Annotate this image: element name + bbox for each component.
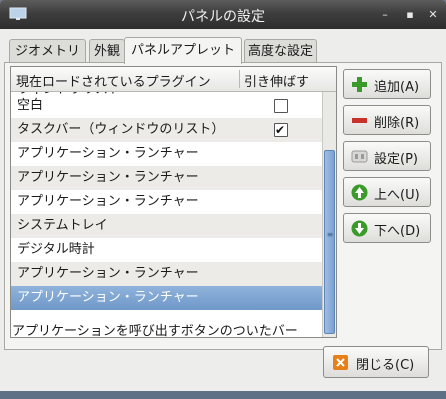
- column-header-stretch[interactable]: 引き伸ばす: [244, 71, 309, 90]
- close-button[interactable]: 閉じる(C): [323, 346, 429, 378]
- stretch-checkbox[interactable]: [274, 99, 288, 113]
- preferences-button[interactable]: 設定(P): [343, 141, 431, 171]
- tab-panel-applets[interactable]: パネルアプレット: [124, 37, 242, 64]
- list-item[interactable]: アプリケーション・ランチャー: [11, 142, 322, 166]
- list-item-label: アプリケーション・ランチャー: [17, 290, 199, 305]
- add-icon: [352, 77, 367, 92]
- scrollbar-thumb[interactable]: ≡: [324, 150, 335, 334]
- list-item[interactable]: アプリケーション・ランチャー: [11, 262, 322, 286]
- plugin-list[interactable]: 現在ロードされているプラグイン 引き伸ばす ウィンドウリスト 空白 タスクバー（…: [10, 66, 337, 338]
- move-down-button-label: 下へ(D): [374, 224, 421, 239]
- list-item[interactable]: アプリケーション・ランチャー: [11, 190, 322, 214]
- list-item-label: デジタル時計: [17, 242, 95, 257]
- list-item-label: アプリケーション・ランチャー: [17, 266, 199, 281]
- down-arrow-icon: [351, 220, 368, 237]
- panel-preferences-window: パネルの設定 – ▪ ✕ ジオメトリ 外観 パネルアプレット 高度な設定 現在ロ…: [0, 0, 446, 399]
- list-item[interactable]: アプリケーション・ランチャー: [11, 166, 322, 190]
- preferences-icon: [351, 150, 368, 163]
- up-arrow-icon: [351, 184, 368, 201]
- tab-advanced[interactable]: 高度な設定: [244, 39, 317, 62]
- list-header: 現在ロードされているプラグイン 引き伸ばす: [11, 67, 336, 92]
- list-item-label: アプリケーション・ランチャー: [17, 146, 199, 161]
- move-up-button[interactable]: 上へ(U): [343, 177, 431, 207]
- preferences-button-label: 設定(P): [374, 152, 418, 167]
- move-down-button[interactable]: 下へ(D): [343, 213, 431, 243]
- add-button[interactable]: 追加(A): [343, 69, 431, 99]
- vertical-scrollbar[interactable]: ≡: [322, 92, 336, 337]
- list-item-label: アプリケーション・ランチャー: [17, 170, 199, 185]
- close-button-label: 閉じる(C): [356, 358, 415, 373]
- desktop-background-strip: [0, 391, 446, 399]
- column-separator[interactable]: [239, 70, 240, 88]
- tab-appearance[interactable]: 外観: [89, 39, 125, 62]
- list-item-label: アプリケーション・ランチャー: [17, 194, 199, 209]
- list-item[interactable]: デジタル時計: [11, 238, 322, 262]
- list-rows: ウィンドウリスト 空白 タスクバー（ウィンドウのリスト） アプリケーション・ラン…: [11, 92, 322, 337]
- remove-icon: [352, 118, 367, 123]
- close-icon: [333, 355, 348, 370]
- list-item-selected[interactable]: アプリケーション・ランチャー: [11, 286, 322, 310]
- list-item[interactable]: 空白: [11, 94, 322, 118]
- remove-button[interactable]: 削除(R): [343, 105, 431, 135]
- remove-button-label: 削除(R): [374, 116, 420, 131]
- column-header-plugins[interactable]: 現在ロードされているプラグイン: [16, 71, 211, 90]
- grip-icon: ≡: [326, 230, 334, 239]
- maximize-button[interactable]: ▪: [403, 8, 417, 22]
- move-up-button-label: 上へ(U): [374, 188, 420, 203]
- plugin-description: アプリケーションを呼び出すボタンのついたバー: [12, 324, 298, 339]
- list-item-label: タスクバー（ウィンドウのリスト）: [17, 122, 225, 137]
- minimize-button[interactable]: –: [378, 8, 392, 22]
- titlebar[interactable]: パネルの設定 – ▪ ✕: [0, 0, 446, 29]
- close-window-button[interactable]: ✕: [426, 8, 440, 22]
- list-item[interactable]: システムトレイ: [11, 214, 322, 238]
- list-item[interactable]: タスクバー（ウィンドウのリスト）: [11, 118, 322, 142]
- list-item-label: 空白: [17, 98, 44, 113]
- stretch-checkbox-checked[interactable]: [274, 118, 288, 142]
- tab-geometry[interactable]: ジオメトリ: [9, 39, 86, 62]
- list-item-label: システムトレイ: [17, 218, 108, 233]
- add-button-label: 追加(A): [374, 80, 420, 95]
